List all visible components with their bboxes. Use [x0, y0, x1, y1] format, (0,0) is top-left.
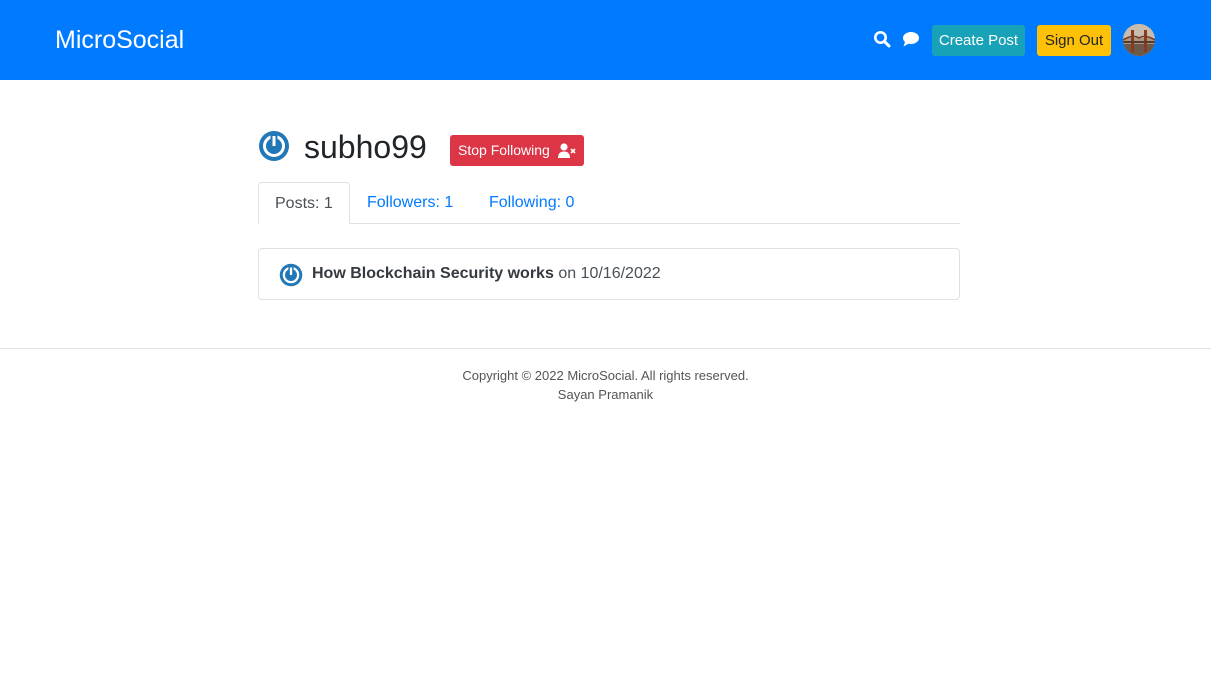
post-date: on 10/16/2022	[558, 265, 661, 282]
tab-posts[interactable]: Posts: 1	[258, 182, 350, 224]
post-line: How Blockchain Security works on 10/16/2…	[312, 263, 661, 285]
profile-username: subho99	[304, 129, 427, 165]
power-avatar-icon	[258, 130, 290, 162]
footer-author: Sayan Pramanik	[557, 387, 654, 402]
sign-out-button[interactable]: Sign Out	[1037, 25, 1111, 56]
user-times-icon	[558, 143, 576, 158]
stop-following-label: Stop Following	[458, 142, 550, 158]
create-post-button[interactable]: Create Post	[932, 25, 1025, 56]
top-navbar: MicroSocial Create Post Sign Out	[0, 0, 1211, 80]
post-title-link[interactable]: How Blockchain Security works	[312, 265, 554, 282]
profile-tabs: Posts: 1 Followers: 1 Following: 0	[258, 182, 960, 224]
brand-link[interactable]: MicroSocial	[55, 24, 184, 56]
page-footer: Copyright © 2022 MicroSocial. All rights…	[0, 348, 1211, 408]
stop-following-button[interactable]: Stop Following	[450, 135, 584, 166]
user-avatar[interactable]	[1123, 24, 1155, 56]
footer-copyright: Copyright © 2022 MicroSocial. All rights…	[462, 368, 749, 383]
comment-icon[interactable]	[902, 30, 922, 50]
power-avatar-icon	[279, 263, 303, 287]
search-icon[interactable]	[873, 30, 893, 50]
post-list-item: How Blockchain Security works on 10/16/2…	[258, 248, 960, 300]
tab-following[interactable]: Following: 0	[473, 182, 590, 224]
tab-followers[interactable]: Followers: 1	[351, 182, 469, 224]
